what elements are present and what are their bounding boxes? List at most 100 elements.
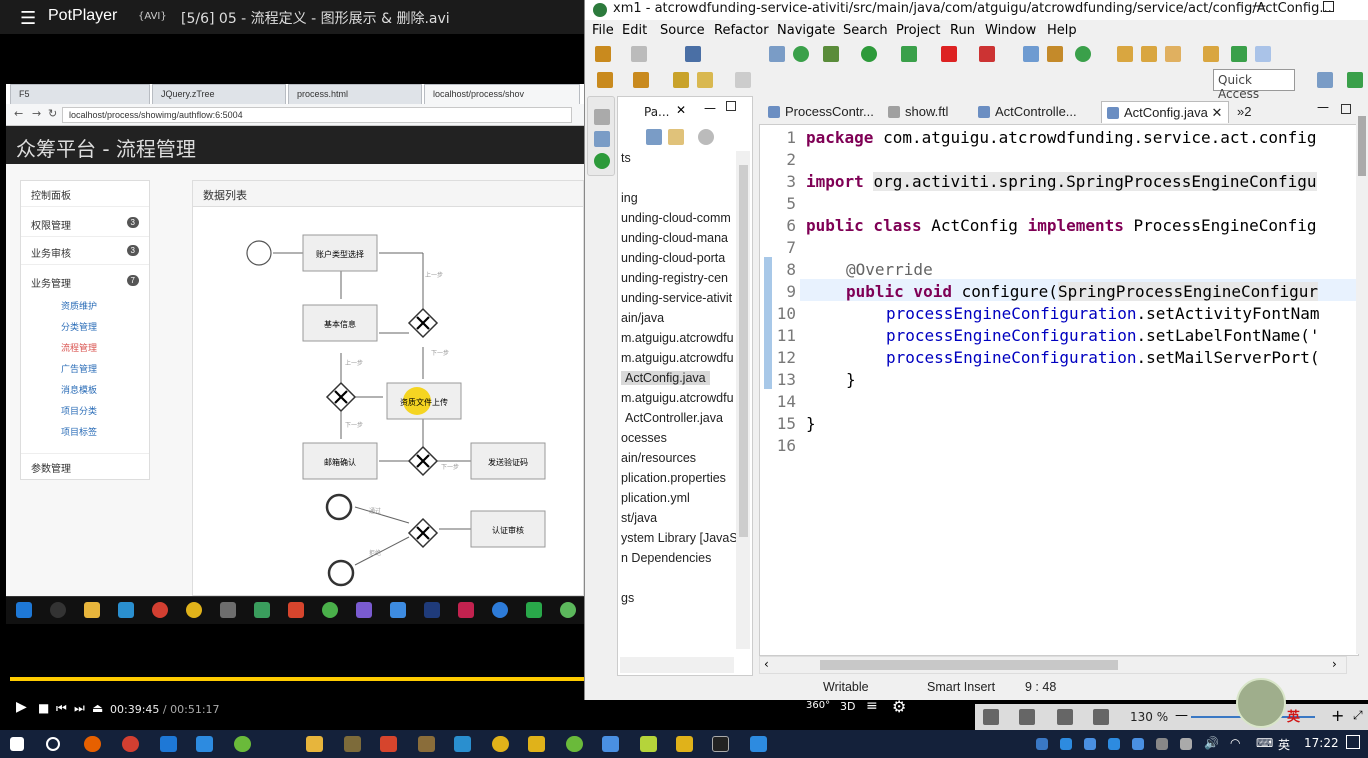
tree-item[interactable]: unding-service-ativit: [621, 291, 732, 305]
menu-run[interactable]: Run: [950, 23, 975, 38]
tree-item[interactable]: ain/resources: [621, 451, 696, 465]
last-edit-icon[interactable]: [673, 72, 689, 88]
potplayer-icon[interactable]: [676, 736, 693, 752]
minimize-editor-icon[interactable]: —: [1317, 100, 1329, 114]
minimize-view-icon[interactable]: —: [704, 101, 716, 115]
run-icon[interactable]: [861, 46, 877, 62]
menu-file[interactable]: File: [592, 23, 614, 38]
tray-icon[interactable]: [1036, 738, 1048, 750]
menu-project[interactable]: Project: [896, 23, 940, 38]
zoom-in-icon[interactable]: +: [1331, 706, 1344, 725]
boot-dashboard-icon[interactable]: [594, 153, 610, 169]
video-frame[interactable]: F5 JQuery.zTree process.html localhost/p…: [6, 84, 584, 596]
search-tool-icon[interactable]: [1203, 46, 1219, 62]
minimize-icon[interactable]: —: [1252, 0, 1266, 14]
menu-window[interactable]: Window: [985, 23, 1036, 38]
explorer-vscrollbar[interactable]: [736, 151, 750, 649]
tray-icon[interactable]: [1156, 738, 1168, 750]
editor-tab[interactable]: show.ftl: [883, 101, 954, 123]
save-icon[interactable]: [631, 46, 647, 62]
network-icon[interactable]: ◠: [1230, 736, 1240, 750]
sidebar-subitem[interactable]: 项目分类: [61, 404, 97, 417]
close-tab-icon[interactable]: ✕: [1211, 105, 1222, 120]
eclipse-titlebar[interactable]: xm1 - atcrowdfunding-service-ativiti/src…: [585, 0, 1368, 20]
volume-icon[interactable]: 🔊: [1204, 736, 1219, 750]
app-icon[interactable]: [602, 736, 619, 752]
sidebar-item-permissions[interactable]: 权限管理 3: [21, 211, 149, 237]
editor-tab-active[interactable]: ActConfig.java ✕: [1101, 101, 1230, 123]
eject-icon[interactable]: ⏏: [92, 701, 103, 715]
edge-icon[interactable]: [160, 736, 177, 752]
list-view-icon[interactable]: [1019, 709, 1035, 725]
keyboard-icon[interactable]: ⌨: [1256, 736, 1273, 750]
forward-nav-icon[interactable]: [735, 72, 751, 88]
back-icon[interactable]: ←: [14, 107, 23, 120]
reload-icon[interactable]: ↻: [48, 107, 57, 120]
app-icon[interactable]: [750, 736, 767, 752]
open-perspective-icon[interactable]: [1317, 72, 1333, 88]
sidebar-item-params[interactable]: 参数管理: [21, 453, 149, 479]
notification-icon[interactable]: [1346, 735, 1360, 749]
stop-icon[interactable]: [941, 46, 957, 62]
tree-item[interactable]: ts: [621, 151, 631, 165]
seek-bar[interactable]: [10, 677, 584, 681]
app-icon[interactable]: [492, 736, 509, 752]
sync-icon[interactable]: [793, 46, 809, 62]
external-tools-icon[interactable]: [979, 46, 995, 62]
open-type-icon[interactable]: [1117, 46, 1133, 62]
sidebar-item-review[interactable]: 业务审核 3: [21, 239, 149, 265]
forward-icon[interactable]: →: [32, 107, 41, 120]
editor-hscrollbar[interactable]: ‹ ›: [759, 656, 1347, 674]
code-editor[interactable]: 1 2 3 5 6 7 8 9 10 11 12 13 14 15 16 pac…: [759, 124, 1359, 656]
chrome-icon[interactable]: [122, 736, 139, 752]
sidebar-subitem[interactable]: 分类管理: [61, 320, 97, 333]
tree-item[interactable]: plication.yml: [621, 491, 690, 505]
page-view-icon[interactable]: [983, 709, 999, 725]
shield-icon[interactable]: [1108, 738, 1120, 750]
new-icon[interactable]: [595, 46, 611, 62]
tree-item[interactable]: ystem Library [JavaS: [621, 531, 738, 545]
location-icon[interactable]: [1093, 709, 1109, 725]
app-icon[interactable]: [344, 736, 361, 752]
menu-refactor[interactable]: Refactor: [714, 23, 769, 38]
tree-item[interactable]: ActController.java: [625, 411, 723, 425]
tree-item[interactable]: m.atguigu.atcrowdfu: [621, 391, 734, 405]
menu-edit[interactable]: Edit: [622, 23, 647, 38]
view-menu-icon[interactable]: [698, 129, 714, 145]
tree-item[interactable]: m.atguigu.atcrowdfu: [621, 351, 734, 365]
scroll-thumb[interactable]: [1358, 116, 1366, 176]
explorer-hscrollbar[interactable]: [620, 657, 734, 673]
sidebar-subitem-active[interactable]: 流程管理: [61, 341, 97, 354]
sidebar-item-business[interactable]: 业务管理 7: [21, 269, 149, 295]
tasks-icon[interactable]: [1165, 46, 1181, 62]
sidebar-subitem[interactable]: 消息模板: [61, 383, 97, 396]
new-package-icon[interactable]: [1047, 46, 1063, 62]
tree-item[interactable]: unding-registry-cen: [621, 271, 728, 285]
app-icon[interactable]: [418, 736, 435, 752]
browser-tab[interactable]: process.html: [288, 84, 422, 104]
tray-icon[interactable]: [1180, 738, 1192, 750]
browser-tab-active[interactable]: localhost/process/shov: [424, 84, 580, 104]
tree-item[interactable]: plication.properties: [621, 471, 726, 485]
ime-indicator[interactable]: 英: [1278, 736, 1290, 753]
avatar[interactable]: [1236, 678, 1286, 728]
more-tabs[interactable]: »2: [1231, 101, 1257, 123]
servers-icon[interactable]: [594, 131, 610, 147]
vr360-icon[interactable]: 360°: [806, 700, 830, 711]
maximize-editor-icon[interactable]: [1341, 104, 1351, 114]
print-icon[interactable]: [685, 46, 701, 62]
clock[interactable]: 17:22: [1304, 736, 1339, 750]
tree-item[interactable]: n Dependencies: [621, 551, 711, 565]
cmd-icon[interactable]: [712, 736, 729, 752]
toggle-icon[interactable]: [769, 46, 785, 62]
sidebar-subitem[interactable]: 广告管理: [61, 362, 97, 375]
fullscreen-icon[interactable]: ⤢: [1353, 708, 1363, 723]
tray-icon[interactable]: [1132, 738, 1144, 750]
potplayer-titlebar[interactable]: ☰ PotPlayer {AVI} [5/6] 05 - 流程定义 - 图形展示…: [0, 0, 584, 34]
app-icon[interactable]: [528, 736, 545, 752]
debug-icon[interactable]: [823, 46, 839, 62]
url-input[interactable]: localhost/process/showimg/authflow:6:500…: [62, 107, 572, 123]
tree-item[interactable]: st/java: [621, 511, 657, 525]
editor-tab[interactable]: ActControlle...: [973, 101, 1083, 123]
tree-item[interactable]: m.atguigu.atcrowdfu: [621, 331, 734, 345]
